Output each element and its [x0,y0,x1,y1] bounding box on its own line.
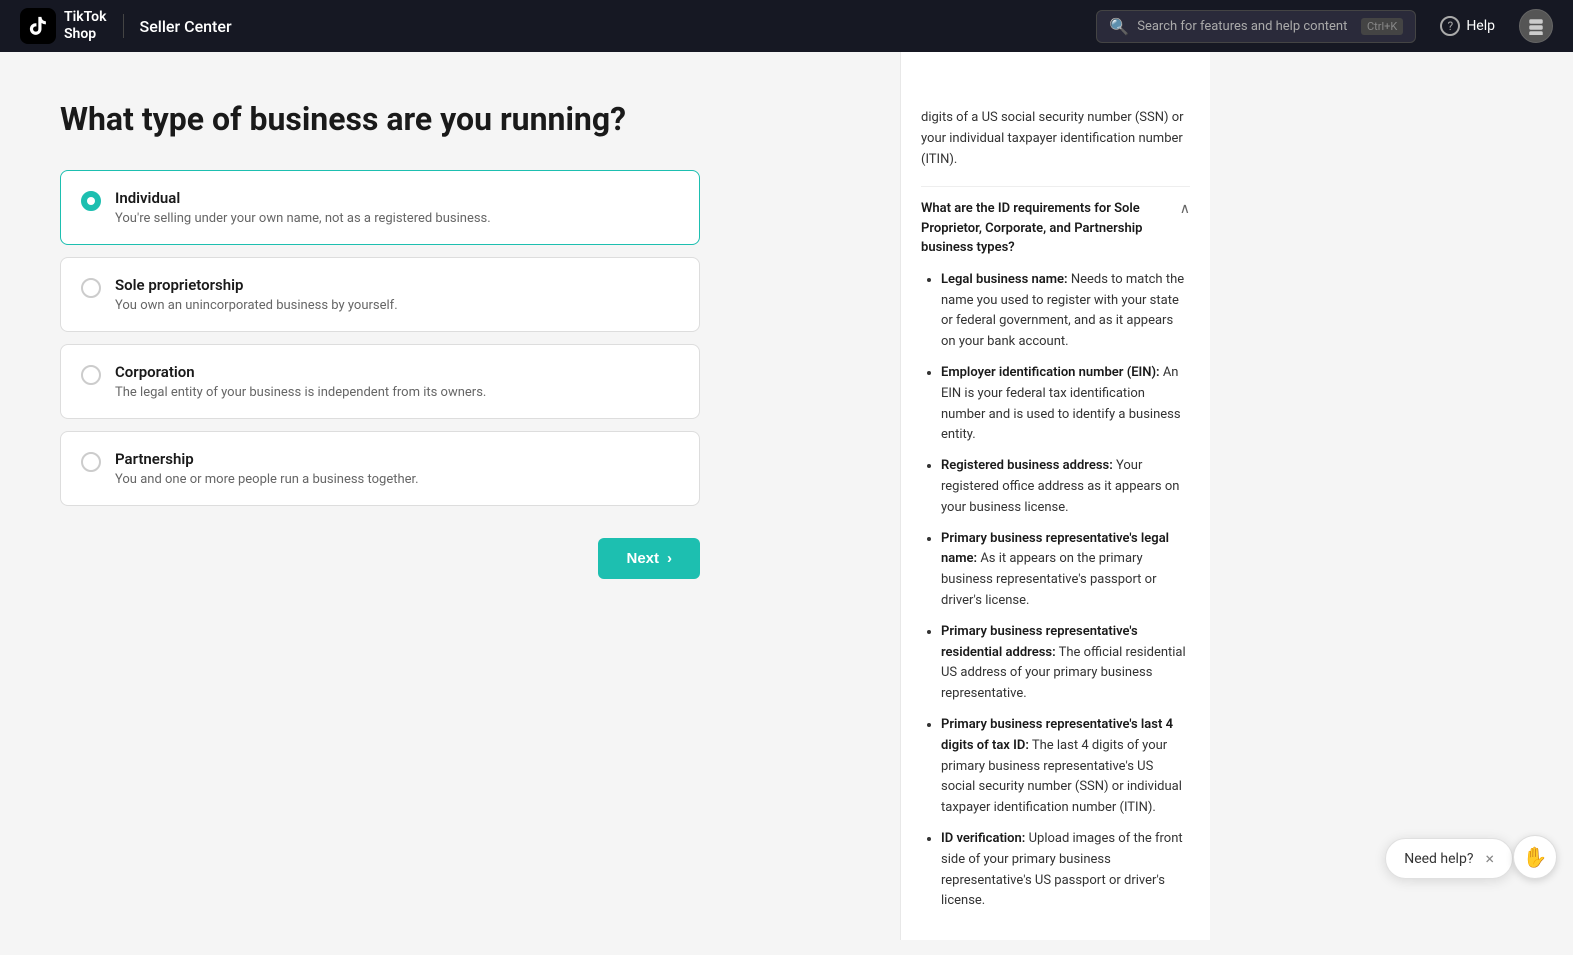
search-placeholder: Search for features and help content [1137,19,1353,34]
next-label: Next [626,550,659,567]
search-bar[interactable]: 🔍 Search for features and help content C… [1096,10,1416,43]
button-row: Next › [60,538,700,579]
list-item-id-verification: ID verification: Upload images of the fr… [941,829,1190,912]
list-item-ein-label: Employer identification number (EIN): [941,365,1160,380]
list-item-tax-digits: Primary business representative's last 4… [941,715,1190,819]
option-corporation[interactable]: Corporation The legal entity of your bus… [60,344,700,419]
panel-divider [921,186,1190,187]
radio-partnership [81,452,101,472]
page-title: What type of business are you running? [60,100,840,138]
logo-text: TikTok Shop [64,9,107,43]
user-avatar[interactable] [1519,9,1553,43]
option-partnership-name: Partnership [115,450,419,468]
help-button[interactable]: ? Help [1432,12,1503,40]
radio-sole-proprietorship [81,278,101,298]
business-type-options: Individual You're selling under your own… [60,170,840,506]
next-button[interactable]: Next › [598,538,700,579]
option-corporation-desc: The legal entity of your business is ind… [115,385,486,400]
radio-corporation [81,365,101,385]
tiktok-logo-icon [20,8,56,44]
option-individual-desc: You're selling under your own name, not … [115,211,491,226]
list-item-ein: Employer identification number (EIN): An… [941,363,1190,446]
chat-fab-button[interactable]: ✋ [1513,835,1557,879]
list-item-id-verification-label: ID verification: [941,831,1025,846]
option-sole-text: Sole proprietorship You own an unincorpo… [115,276,398,313]
need-help-close-icon[interactable]: × [1485,849,1494,868]
chat-icon: ✋ [1523,845,1548,869]
panel-section-header[interactable]: What are the ID requirements for Sole Pr… [921,199,1190,258]
seller-center-title: Seller Center [140,17,232,36]
option-individual-text: Individual You're selling under your own… [115,189,491,226]
option-sole-desc: You own an unincorporated business by yo… [115,298,398,313]
option-corporation-name: Corporation [115,363,486,381]
list-item-address: Registered business address: Your regist… [941,456,1190,518]
option-partnership-desc: You and one or more people run a busines… [115,472,419,487]
header-divider [123,14,124,38]
help-circle-icon: ? [1440,16,1460,36]
search-icon: 🔍 [1109,17,1129,36]
option-partnership-text: Partnership You and one or more people r… [115,450,419,487]
panel-partial-text: digits of a US social security number (S… [921,68,1190,170]
main-content: What type of business are you running? I… [0,52,1573,940]
need-help-bubble[interactable]: Need help? × [1385,838,1513,879]
logo[interactable]: TikTok Shop [20,8,107,44]
panel-content: digits of a US social security number (S… [901,52,1210,940]
next-arrow-icon: › [667,550,672,567]
option-sole-name: Sole proprietorship [115,276,398,294]
option-sole-proprietorship[interactable]: Sole proprietorship You own an unincorpo… [60,257,700,332]
option-partnership[interactable]: Partnership You and one or more people r… [60,431,700,506]
list-item-legal-name: Legal business name: Needs to match the … [941,270,1190,353]
help-label: Help [1466,18,1495,34]
radio-individual [81,191,101,211]
need-help-label: Need help? [1404,851,1473,867]
list-item-rep-address: Primary business representative's reside… [941,622,1190,705]
option-individual[interactable]: Individual You're selling under your own… [60,170,700,245]
chevron-up-icon: ∧ [1180,201,1190,217]
list-item-address-label: Registered business address: [941,458,1113,473]
panel-section-title: What are the ID requirements for Sole Pr… [921,199,1172,258]
option-corporation-text: Corporation The legal entity of your bus… [115,363,486,400]
list-item-legal-name-label: Legal business name: [941,272,1068,287]
right-help-panel: digits of a US social security number (S… [900,52,1210,940]
id-requirements-list: Legal business name: Needs to match the … [921,270,1190,912]
content-area: What type of business are you running? I… [0,52,900,940]
search-shortcut: Ctrl+K [1361,18,1403,35]
option-individual-name: Individual [115,189,491,207]
header: TikTok Shop Seller Center 🔍 Search for f… [0,0,1573,52]
list-item-rep-legal-name: Primary business representative's legal … [941,529,1190,612]
panel-section-id-requirements: What are the ID requirements for Sole Pr… [921,199,1190,912]
